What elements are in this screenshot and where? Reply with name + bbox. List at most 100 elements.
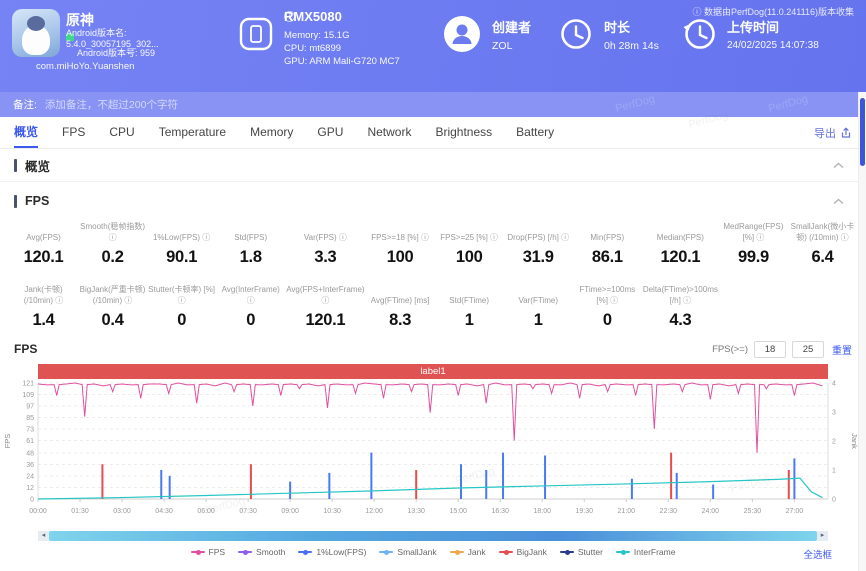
scroll-right-arrow-icon[interactable]: ▸ (817, 531, 828, 541)
legend-item-stutter[interactable]: Stutter (560, 547, 603, 557)
metric-cell: MedRange(FPS)[%] ⓘ99.9 (720, 222, 787, 267)
metric-cell: FPS>=18 [%] ⓘ100 (367, 222, 434, 267)
legend-item-bigjank[interactable]: BigJank (499, 547, 547, 557)
fps-section-header: FPS (0, 188, 866, 214)
svg-text:85: 85 (26, 415, 34, 422)
duration-clock-icon (558, 16, 594, 52)
legend-item-interframe[interactable]: InterFrame (616, 547, 676, 557)
tab-fps[interactable]: FPS (62, 117, 85, 148)
svg-text:01:30: 01:30 (71, 508, 89, 515)
metric-value: 100 (367, 248, 434, 267)
svg-text:15:00: 15:00 (449, 508, 467, 515)
device-model: RMX5080 i (284, 11, 295, 22)
svg-text:18:00: 18:00 (533, 508, 551, 515)
overview-section-title: 概览 (25, 156, 50, 175)
select-all-link[interactable]: 全选框 (803, 547, 832, 561)
svg-text:19:30: 19:30 (576, 508, 594, 515)
metric-cell: Jank(卡顿) (/10min) ⓘ1.4 (10, 285, 77, 330)
tab-gpu[interactable]: GPU (317, 117, 343, 148)
svg-text:97: 97 (26, 404, 34, 411)
metric-value: 99.9 (720, 248, 787, 267)
metric-label: Var(FTime) (505, 285, 572, 306)
metric-cell: Avg(FTime) [ms]8.3 (367, 285, 434, 330)
scrollbar-track[interactable] (49, 531, 817, 541)
metric-label: Jank(卡顿) (/10min) ⓘ (10, 285, 77, 306)
metric-value: 6.4 (789, 248, 856, 267)
device-cpu: CPU: mt6899 (284, 43, 341, 54)
fps-threshold-input-high[interactable] (792, 341, 824, 358)
metric-label: Avg(FTime) [ms] (367, 285, 434, 306)
svg-text:06:00: 06:00 (197, 508, 215, 515)
legend-marker (499, 551, 513, 553)
creator-value: ZOL (492, 40, 512, 52)
metric-cell: Var(FTime)1 (505, 285, 572, 330)
tab-battery[interactable]: Battery (516, 117, 554, 148)
svg-text:13:30: 13:30 (407, 508, 425, 515)
tab-cpu[interactable]: CPU (109, 117, 134, 148)
metric-label: Avg(InterFrame) ⓘ (217, 285, 284, 306)
metric-value: 86.1 (574, 248, 641, 267)
fps-line-chart[interactable]: 0122436486173859710912101234FPSJank00:00… (0, 379, 866, 529)
svg-text:21:00: 21:00 (618, 508, 636, 515)
upload-time-history-icon (682, 16, 718, 52)
metric-value: 0.2 (79, 248, 146, 267)
metric-label: FPS>=25 [%] ⓘ (436, 222, 503, 243)
metric-cell: BigJank(严重卡顿) (/10min) ⓘ 0.4 (79, 285, 146, 330)
tab-network[interactable]: Network (367, 117, 411, 148)
tab-temperature[interactable]: Temperature (159, 117, 226, 148)
svg-text:61: 61 (26, 438, 34, 445)
fps-threshold-input-low[interactable] (754, 341, 786, 358)
page-scrollbar[interactable] (858, 92, 866, 571)
tab-overview[interactable]: 概览 (14, 117, 38, 148)
svg-text:27:00: 27:00 (786, 508, 804, 515)
svg-text:25:30: 25:30 (744, 508, 762, 515)
chart-title: FPS (14, 342, 37, 356)
threshold-reset-button[interactable]: 重置 (832, 342, 852, 357)
legend-item-smooth[interactable]: Smooth (238, 547, 285, 557)
chart-label-banner: label1 (38, 364, 828, 379)
legend-item-smalljank[interactable]: SmallJank (379, 547, 436, 557)
fps-chart-block: FPS FPS(>=) 重置 label1 012243648617385971… (0, 340, 866, 557)
tab-brightness[interactable]: Brightness (435, 117, 492, 148)
metric-value: 0.4 (79, 311, 146, 330)
svg-text:1: 1 (832, 468, 836, 475)
header: 原神 Android版本名: 5.4.0_30057195_302... And… (0, 0, 866, 92)
legend-item-1pct-low[interactable]: 1%Low(FPS) (298, 547, 366, 557)
metric-label: Median(FPS) (643, 222, 718, 243)
metric-cell: Drop(FPS) [/h] ⓘ31.9 (505, 222, 572, 267)
legend-item-jank[interactable]: Jank (450, 547, 486, 557)
fps-collapse-chevron-icon[interactable] (833, 198, 844, 205)
metric-value: 90.1 (148, 248, 215, 267)
metric-cell: FTime>=100ms [%] ⓘ 0 (574, 285, 641, 330)
legend-label: 1%Low(FPS) (316, 547, 366, 557)
scroll-left-arrow-icon[interactable]: ◂ (38, 531, 49, 541)
note-bar[interactable]: 备注: 添加备注，不超过200个字符 (0, 92, 866, 117)
upload-time-label: 上传时间 (727, 17, 779, 36)
svg-text:03:00: 03:00 (113, 508, 131, 515)
legend-item-fps[interactable]: FPS (191, 547, 226, 557)
upload-time-value: 24/02/2025 14:07:38 (727, 40, 819, 51)
metric-label: BigJank(严重卡顿) (/10min) ⓘ (79, 285, 146, 306)
metric-value: 0 (574, 311, 641, 330)
metric-label: Std(FPS) (217, 222, 284, 243)
legend-marker (379, 551, 393, 553)
legend-marker (238, 551, 252, 553)
export-button[interactable]: 导出 (814, 117, 852, 148)
metric-label: SmallJank(微小卡顿) (/10min) ⓘ (789, 222, 856, 243)
duration-value: 0h 28m 14s (604, 40, 659, 52)
legend-marker (560, 551, 574, 553)
legend-label: Stutter (578, 547, 603, 557)
metric-label: Stutter(卡顿率) [%] ⓘ (148, 285, 215, 306)
scrollbar-thumb[interactable] (49, 531, 817, 541)
metric-cell: Delta(FTime)>100ms [/h] ⓘ4.3 (643, 285, 718, 330)
page-scrollbar-thumb[interactable] (860, 98, 865, 166)
chart-horizontal-scrollbar[interactable]: ◂ ▸ (38, 531, 828, 541)
metric-cell: Smooth(稳帧指数) ⓘ0.2 (79, 222, 146, 267)
metric-cell: 1%Low(FPS) ⓘ90.1 (148, 222, 215, 267)
overview-collapse-chevron-icon[interactable] (833, 162, 844, 169)
device-gpu: GPU: ARM Mali-G720 MC7 (284, 56, 400, 67)
info-icon[interactable]: i (284, 11, 295, 22)
tab-memory[interactable]: Memory (250, 117, 293, 148)
metric-label: FTime>=100ms [%] ⓘ (574, 285, 641, 306)
tab-bar: 概览 FPS CPU Temperature Memory GPU Networ… (0, 117, 866, 149)
